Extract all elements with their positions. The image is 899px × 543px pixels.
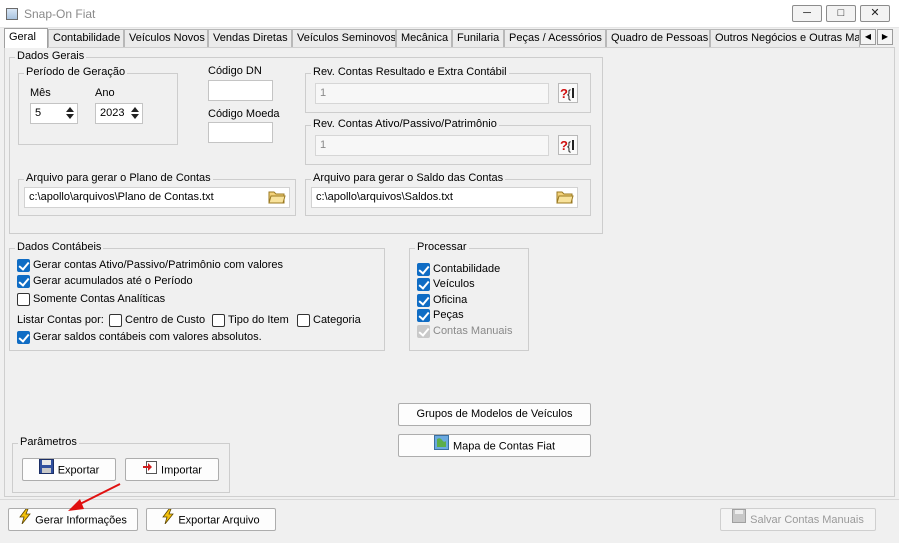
checkbox-checked-icon[interactable] [17, 275, 30, 288]
codigo-moeda-label: Código Moeda [208, 108, 280, 120]
ano-spinner[interactable]: 2023 [95, 103, 143, 124]
exportar-parametros-button[interactable]: Exportar [22, 458, 116, 481]
rev-resultado-field[interactable]: 1 [315, 83, 549, 104]
chk-label: Somente Contas Analíticas [33, 293, 166, 305]
spinner-arrows-icon[interactable] [64, 105, 76, 122]
checkbox-checked-icon[interactable] [417, 309, 430, 322]
tab-pecas-acessorios[interactable]: Peças / Acessórios [504, 29, 606, 47]
checkbox-checked-icon[interactable] [417, 278, 430, 291]
minimize-button[interactable]: ─ [792, 5, 822, 22]
app-window-icon [6, 8, 18, 20]
checkbox-unchecked-icon[interactable] [109, 314, 122, 327]
mes-label: Mês [30, 87, 51, 99]
exportar-arquivo-button[interactable]: Exportar Arquivo [146, 508, 276, 531]
folder-open-icon[interactable] [268, 189, 286, 205]
saldo-contas-title: Arquivo para gerar o Saldo das Contas [311, 172, 506, 184]
parametros-title: Parâmetros [18, 436, 79, 448]
mapa-contas-fiat-button[interactable]: Mapa de Contas Fiat [398, 434, 591, 457]
lookup-help-icon[interactable]: ?{ [558, 135, 578, 155]
checkbox-unchecked-icon[interactable] [297, 314, 310, 327]
salvar-contas-manuais-button[interactable]: Salvar Contas Manuais [720, 508, 876, 531]
save-disk-icon [38, 459, 54, 482]
checkbox-checked-icon[interactable] [417, 294, 430, 307]
close-button[interactable]: ✕ [860, 5, 890, 22]
maximize-button[interactable]: □ [826, 5, 856, 22]
maximize-icon: □ [837, 7, 845, 19]
checkbox-checked-icon[interactable] [417, 263, 430, 276]
minimize-icon: ─ [803, 7, 811, 19]
mes-spinner[interactable]: 5 [30, 103, 78, 124]
tab-strip: Geral Contabilidade Veículos Novos Venda… [0, 28, 899, 48]
mapa-contas-label: Mapa de Contas Fiat [452, 440, 556, 453]
importar-label: Importar [161, 464, 202, 477]
title-bar: Snap-On Fiat ─ □ ✕ [0, 0, 899, 28]
chk-label: Peças [433, 309, 464, 321]
periodo-geracao-title: Período de Geração [24, 66, 128, 78]
svg-text:{: { [567, 139, 571, 153]
dados-gerais-title: Dados Gerais [15, 50, 87, 62]
checkbox-unchecked-icon[interactable] [212, 314, 225, 327]
exportar-label: Exportar [57, 464, 100, 477]
checkbox-unchecked-icon[interactable] [17, 293, 30, 306]
chk-label: Gerar contas Ativo/Passivo/Patrimônio co… [33, 259, 284, 271]
svg-text:{: { [567, 87, 571, 101]
checkbox-checked-icon[interactable] [17, 331, 30, 344]
ano-label: Ano [95, 87, 115, 99]
plano-contas-title: Arquivo para gerar o Plano de Contas [24, 172, 213, 184]
chk-label: Contas Manuais [433, 325, 513, 337]
lightning-icon [19, 508, 31, 532]
rev-ativo-field[interactable]: 1 [315, 135, 549, 156]
chk-label: Veículos [433, 278, 475, 290]
salvar-contas-manuais-label: Salvar Contas Manuais [750, 513, 864, 526]
dados-contabeis-title: Dados Contábeis [15, 241, 104, 253]
map-icon [433, 435, 449, 458]
tab-veiculos-novos[interactable]: Veículos Novos [124, 29, 208, 47]
annotation-arrow-icon [68, 483, 121, 511]
lightning-icon [162, 508, 175, 532]
codigo-dn-label: Código DN [208, 65, 262, 77]
close-icon: ✕ [870, 7, 880, 19]
window-title: Snap-On Fiat [24, 7, 96, 21]
rev-resultado-title: Rev. Contas Resultado e Extra Contábil [311, 66, 509, 78]
chk-label: Centro de Custo [125, 314, 206, 326]
tab-veiculos-seminovos[interactable]: Veículos Seminovos [292, 29, 396, 47]
import-icon [142, 459, 158, 482]
tab-mecanica[interactable]: Mecânica [396, 29, 452, 47]
checkbox-disabled-icon [417, 325, 430, 338]
plano-contas-path-field[interactable]: c:\apollo\arquivos\Plano de Contas.txt [24, 187, 290, 208]
chk-label: Categoria [313, 314, 361, 326]
tab-scroll-right-icon[interactable]: ▶ [877, 29, 893, 45]
spinner-arrows-icon[interactable] [129, 105, 141, 122]
exportar-arquivo-label: Exportar Arquivo [178, 514, 260, 527]
chk-label: Oficina [433, 294, 468, 306]
chk-label: Tipo do Item [228, 314, 289, 326]
tab-vendas-diretas[interactable]: Vendas Diretas [208, 29, 292, 47]
save-disk-icon [732, 509, 747, 531]
saldo-contas-path-field[interactable]: c:\apollo\arquivos\Saldos.txt [311, 187, 578, 208]
tab-geral[interactable]: Geral [4, 28, 48, 48]
tab-funilaria[interactable]: Funilaria [452, 29, 504, 47]
folder-open-icon[interactable] [556, 189, 574, 205]
lookup-help-icon[interactable]: ?{ [558, 83, 578, 103]
chk-label: Contabilidade [433, 263, 501, 275]
listar-contas-label: Listar Contas por: [17, 314, 104, 326]
rev-ativo-title: Rev. Contas Ativo/Passivo/Patrimônio [311, 118, 499, 130]
ano-value: 2023 [100, 107, 125, 119]
codigo-dn-field[interactable] [208, 80, 273, 101]
tab-contabilidade[interactable]: Contabilidade [48, 29, 124, 47]
chk-label: Gerar saldos contábeis com valores absol… [33, 331, 262, 343]
grupos-modelos-veiculos-button[interactable]: Grupos de Modelos de Veículos [398, 403, 591, 426]
mes-value: 5 [35, 107, 42, 119]
tab-quadro-de-pessoas[interactable]: Quadro de Pessoas [606, 29, 710, 47]
processar-title: Processar [415, 241, 469, 253]
tab-scroll-left-icon[interactable]: ◀ [860, 29, 876, 45]
importar-parametros-button[interactable]: Importar [125, 458, 219, 481]
chk-label: Gerar acumulados até o Período [33, 275, 193, 287]
codigo-moeda-field[interactable] [208, 122, 273, 143]
tab-outros-negocios[interactable]: Outros Negócios e Outras Man [710, 29, 860, 47]
checkbox-checked-icon[interactable] [17, 259, 30, 272]
